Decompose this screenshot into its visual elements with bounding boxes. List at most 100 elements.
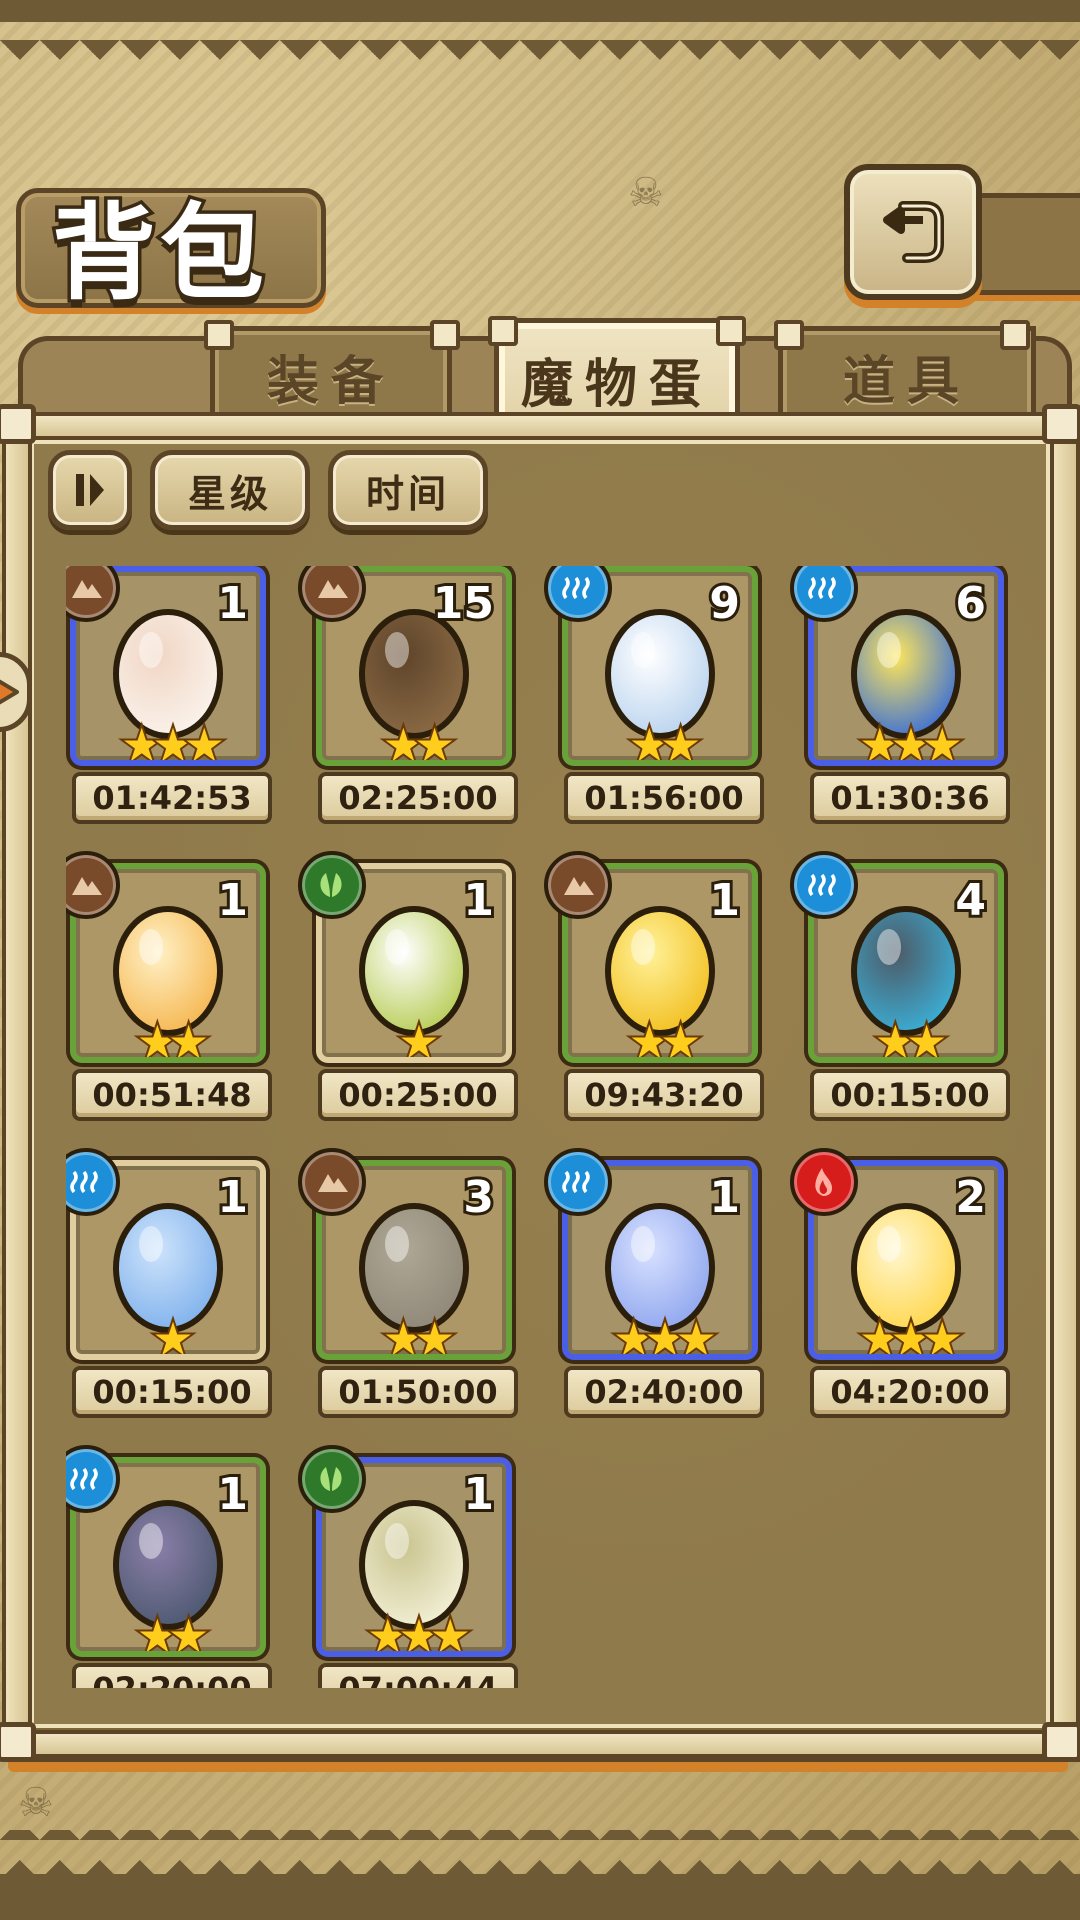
hatch-timer: 01:42:53 (72, 772, 272, 824)
star-icon: ★ (428, 1609, 473, 1657)
egg-slot[interactable]: 1★★★07:00:44 (298, 1445, 518, 1688)
star-icon: ★ (627, 718, 672, 766)
egg-slot[interactable]: 6 ★★★ 01:30:36 (790, 566, 1010, 826)
star-icon: ★ (166, 1609, 211, 1657)
star-icon: ★ (396, 1015, 441, 1063)
star-icon: ★ (412, 1312, 457, 1360)
egg-count: 1 (214, 575, 251, 632)
egg-count: 15 (430, 575, 497, 632)
egg-count: 1 (460, 1466, 497, 1523)
star-icon: ★ (166, 1015, 211, 1063)
star-rating: ★★ (76, 1017, 260, 1057)
panel-rail-left (2, 414, 32, 1762)
panel-rail-right (1050, 414, 1080, 1762)
hatch-timer: 02:20:00 (72, 1663, 272, 1688)
egg-count: 1 (706, 872, 743, 929)
star-rating: ★★ (76, 1611, 260, 1651)
grass-element-icon (298, 851, 366, 919)
star-rating: ★★★ (568, 1314, 752, 1354)
corner-pin (0, 404, 36, 444)
star-icon: ★ (904, 1015, 949, 1063)
hatch-timer: 00:15:00 (810, 1069, 1010, 1121)
top-border-decoration (0, 0, 1080, 70)
bottom-border-decoration (0, 1830, 1080, 1920)
star-icon: ★ (150, 718, 195, 766)
back-button[interactable] (844, 164, 982, 300)
hatch-timer: 04:20:00 (810, 1366, 1010, 1418)
skull-icon: ☠ (628, 170, 664, 216)
star-icon: ★ (920, 1312, 965, 1360)
star-icon: ★ (182, 718, 227, 766)
hatch-timer: 02:40:00 (564, 1366, 764, 1418)
star-icon: ★ (381, 718, 426, 766)
tab-label: 魔物蛋 (520, 354, 713, 415)
star-rating: ★★★ (322, 1611, 506, 1651)
hatch-timer: 09:43:20 (564, 1069, 764, 1121)
hatch-timer: 00:15:00 (72, 1366, 272, 1418)
tab-label: 道具 (842, 351, 971, 412)
tab-pin (774, 320, 804, 350)
star-icon: ★ (642, 1312, 687, 1360)
egg-count: 1 (214, 1466, 251, 1523)
star-rating: ★ (322, 1017, 506, 1057)
egg-count: 1 (460, 872, 497, 929)
tab-equipment[interactable]: 装备 (210, 326, 452, 421)
egg-count: 9 (706, 575, 743, 632)
skull-icon: ☠ (18, 1780, 54, 1826)
chevron-right-icon (0, 679, 19, 705)
egg-slot[interactable]: 1 ★★★ 02:40:00 (544, 1148, 764, 1420)
tab-pin (204, 320, 234, 350)
egg-count: 1 (214, 1169, 251, 1226)
sort-by-time-button[interactable]: 时间 (328, 450, 488, 530)
egg-slot[interactable]: 9 ★★ 01:56:00 (544, 566, 764, 826)
hatch-timer: 01:50:00 (318, 1366, 518, 1418)
star-rating: ★★ (322, 1314, 506, 1354)
egg-slot[interactable]: 15 ★★ 02:25:00 (298, 566, 518, 826)
corner-pin (1042, 404, 1080, 444)
egg-slot[interactable]: 1 ★ 00:25:00 (298, 851, 518, 1123)
star-icon: ★ (150, 1312, 195, 1360)
star-icon: ★ (857, 1312, 902, 1360)
back-arrow-icon (883, 201, 944, 263)
star-rating: ★★ (814, 1017, 998, 1057)
egg-slot[interactable]: 1 ★★★ 01:42:53 (66, 566, 272, 826)
egg-count: 6 (952, 575, 989, 632)
egg-slot[interactable]: 4 ★★ 00:15:00 (790, 851, 1010, 1123)
hatch-timer: 01:56:00 (564, 772, 764, 824)
star-icon: ★ (396, 1609, 441, 1657)
grass-element-icon (298, 1445, 366, 1513)
tab-pin (488, 316, 518, 346)
hatch-timer: 07:00:44 (318, 1663, 518, 1688)
egg-slot[interactable]: 1 ★★ 09:43:20 (544, 851, 764, 1123)
star-rating: ★★★ (76, 720, 260, 760)
star-rating: ★★ (568, 1017, 752, 1057)
sort-by-star-label: 星级 (187, 471, 272, 516)
panel-rail-top (8, 412, 1076, 440)
earth-element-icon (298, 1148, 366, 1216)
hatch-timer: 00:51:48 (72, 1069, 272, 1121)
egg-slot[interactable]: 1 ★★ 02:20:00 (66, 1445, 272, 1688)
egg-slot[interactable]: 1 ★★ 00:51:48 (66, 851, 272, 1123)
star-icon: ★ (658, 1015, 703, 1063)
egg-slot[interactable]: 2 ★★★ 04:20:00 (790, 1148, 1010, 1420)
star-rating: ★★ (568, 720, 752, 760)
sort-by-star-button[interactable]: 星级 (150, 450, 310, 530)
star-icon: ★ (857, 718, 902, 766)
pause-toggle-icon (76, 474, 104, 506)
egg-slot[interactable]: 1 ★ 00:15:00 (66, 1148, 272, 1420)
egg-count: 3 (460, 1169, 497, 1226)
egg-count: 4 (952, 872, 989, 929)
egg-grid: 1 ★★★ 01:42:53 15 ★★ 02:25:00 9 ★★ 01:56:00 6 ★★★ 0… (66, 566, 1016, 1688)
egg-slot[interactable]: 3 ★★ 01:50:00 (298, 1148, 518, 1420)
star-icon: ★ (365, 1609, 410, 1657)
hatch-timer: 00:25:00 (318, 1069, 518, 1121)
water-element-icon (544, 1148, 612, 1216)
star-icon: ★ (135, 1015, 180, 1063)
tab-items[interactable]: 道具 (778, 326, 1036, 421)
egg-count: 1 (706, 1169, 743, 1226)
earth-element-icon (544, 851, 612, 919)
page-title: 背包 (48, 188, 269, 318)
star-icon: ★ (888, 1312, 933, 1360)
hatch-timer: 02:25:00 (318, 772, 518, 824)
sort-order-toggle[interactable] (48, 450, 132, 530)
